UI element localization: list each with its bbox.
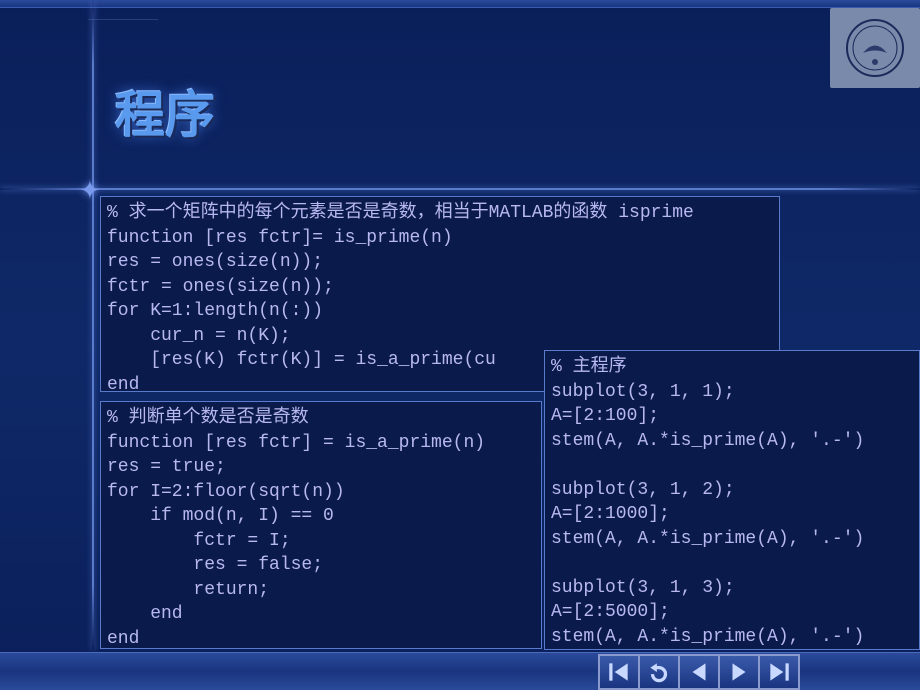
last-button[interactable] — [758, 654, 800, 690]
next-button[interactable] — [718, 654, 760, 690]
top-bar — [0, 0, 920, 8]
code-block-main: % 主程序 subplot(3, 1, 1); A=[2:100]; stem(… — [544, 350, 920, 650]
star-decoration: ✦ — [79, 175, 101, 206]
slide-title: 程序 — [115, 75, 215, 147]
university-seal-logo — [830, 8, 920, 88]
skip-last-icon — [766, 659, 792, 685]
navigation-bar — [0, 652, 920, 690]
header-small-text: —————————— — [88, 16, 158, 23]
horizontal-divider — [0, 188, 920, 190]
vertical-divider — [92, 0, 94, 650]
chevron-right-icon — [726, 659, 752, 685]
seal-icon — [845, 18, 905, 78]
prev-button[interactable] — [678, 654, 720, 690]
chevron-left-icon — [686, 659, 712, 685]
code-block-is-a-prime: % 判断单个数是否是奇数 function [res fctr] = is_a_… — [100, 401, 542, 649]
return-button[interactable] — [638, 654, 680, 690]
skip-first-icon — [606, 659, 632, 685]
return-icon — [646, 659, 672, 685]
first-button[interactable] — [598, 654, 640, 690]
